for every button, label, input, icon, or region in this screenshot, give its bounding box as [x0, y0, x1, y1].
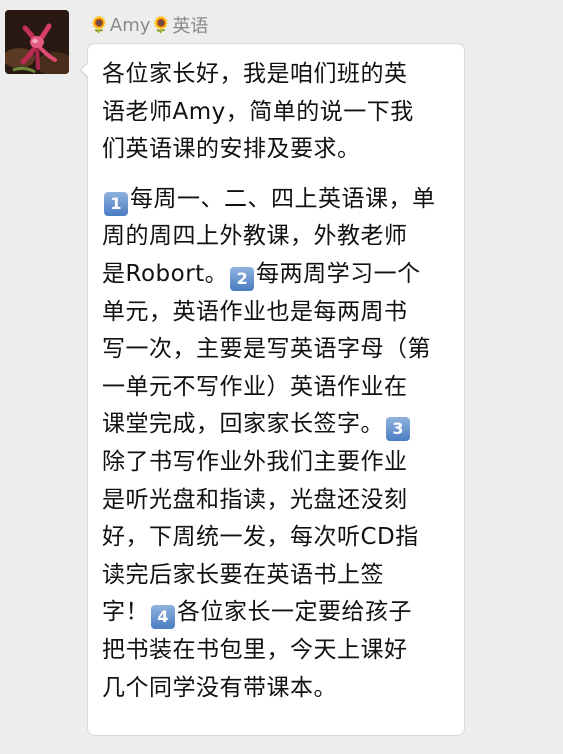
message-line: 字！ 4 各位家长一定要给孩子: [102, 594, 450, 632]
message-line: 课堂完成，回家家长签字。 3: [102, 406, 450, 444]
message-line: 把书装在书包里，今天上课好: [102, 636, 408, 663]
message-bubble[interactable]: 各位家长好，我是咱们班的英 语老师Amy，简单的说一下我 们英语课的安排及要求。…: [79, 43, 465, 736]
message-text: 课堂完成，回家家长签字。: [102, 411, 384, 438]
message-text: 是Robort。: [102, 260, 229, 287]
message-line: 单元，英语作业也是每两周书: [102, 298, 408, 325]
message-line: 周的周四上外教课，外教老师: [102, 223, 408, 250]
message-line: 几个同学没有带课本。: [102, 674, 337, 701]
sender-label: 🌻 Amy 🌻 英语: [88, 11, 208, 39]
sunflower-icon: 🌻: [151, 15, 172, 34]
sunflower-icon: 🌻: [89, 15, 109, 34]
keycap-two-icon: 2: [230, 266, 255, 291]
message-text: 每周一、二、四上英语课，单: [130, 185, 436, 212]
avatar[interactable]: [5, 10, 69, 74]
message-line: 读完后家长要在英语书上签: [102, 561, 384, 588]
message-text: 每两周学习一个: [256, 260, 421, 287]
message-line: 好，下周统一发，每次听CD指: [102, 524, 419, 551]
keycap-four-icon: 4: [151, 605, 175, 630]
message-line: 是Robort。 2 每两周学习一个: [102, 256, 450, 294]
sender-name: Amy: [109, 14, 151, 36]
message-line: 一单元不写作业）英语作业在: [102, 373, 408, 400]
message-line: 语老师Amy，简单的说一下我: [102, 98, 414, 125]
message-line: 是听光盘和指读，光盘还没刻: [102, 486, 408, 513]
sender-badge: 英语: [172, 16, 209, 37]
message-line: 除了书写作业外我们主要作业: [102, 448, 408, 475]
message-line: 各位家长好，我是咱们班的英: [102, 61, 408, 87]
message-line: 们英语课的安排及要求。: [102, 136, 361, 163]
flower-photo-icon: [5, 10, 69, 74]
keycap-one-icon: 1: [104, 191, 128, 216]
message-text: 字！: [102, 599, 149, 626]
keycap-three-icon: 3: [386, 417, 410, 442]
message-line: 写一次，主要是写英语字母（第: [102, 336, 431, 363]
message-text: 各位家长一定要给孩子: [177, 599, 412, 626]
message-line: 1 每周一、二、四上英语课，单: [102, 181, 450, 219]
